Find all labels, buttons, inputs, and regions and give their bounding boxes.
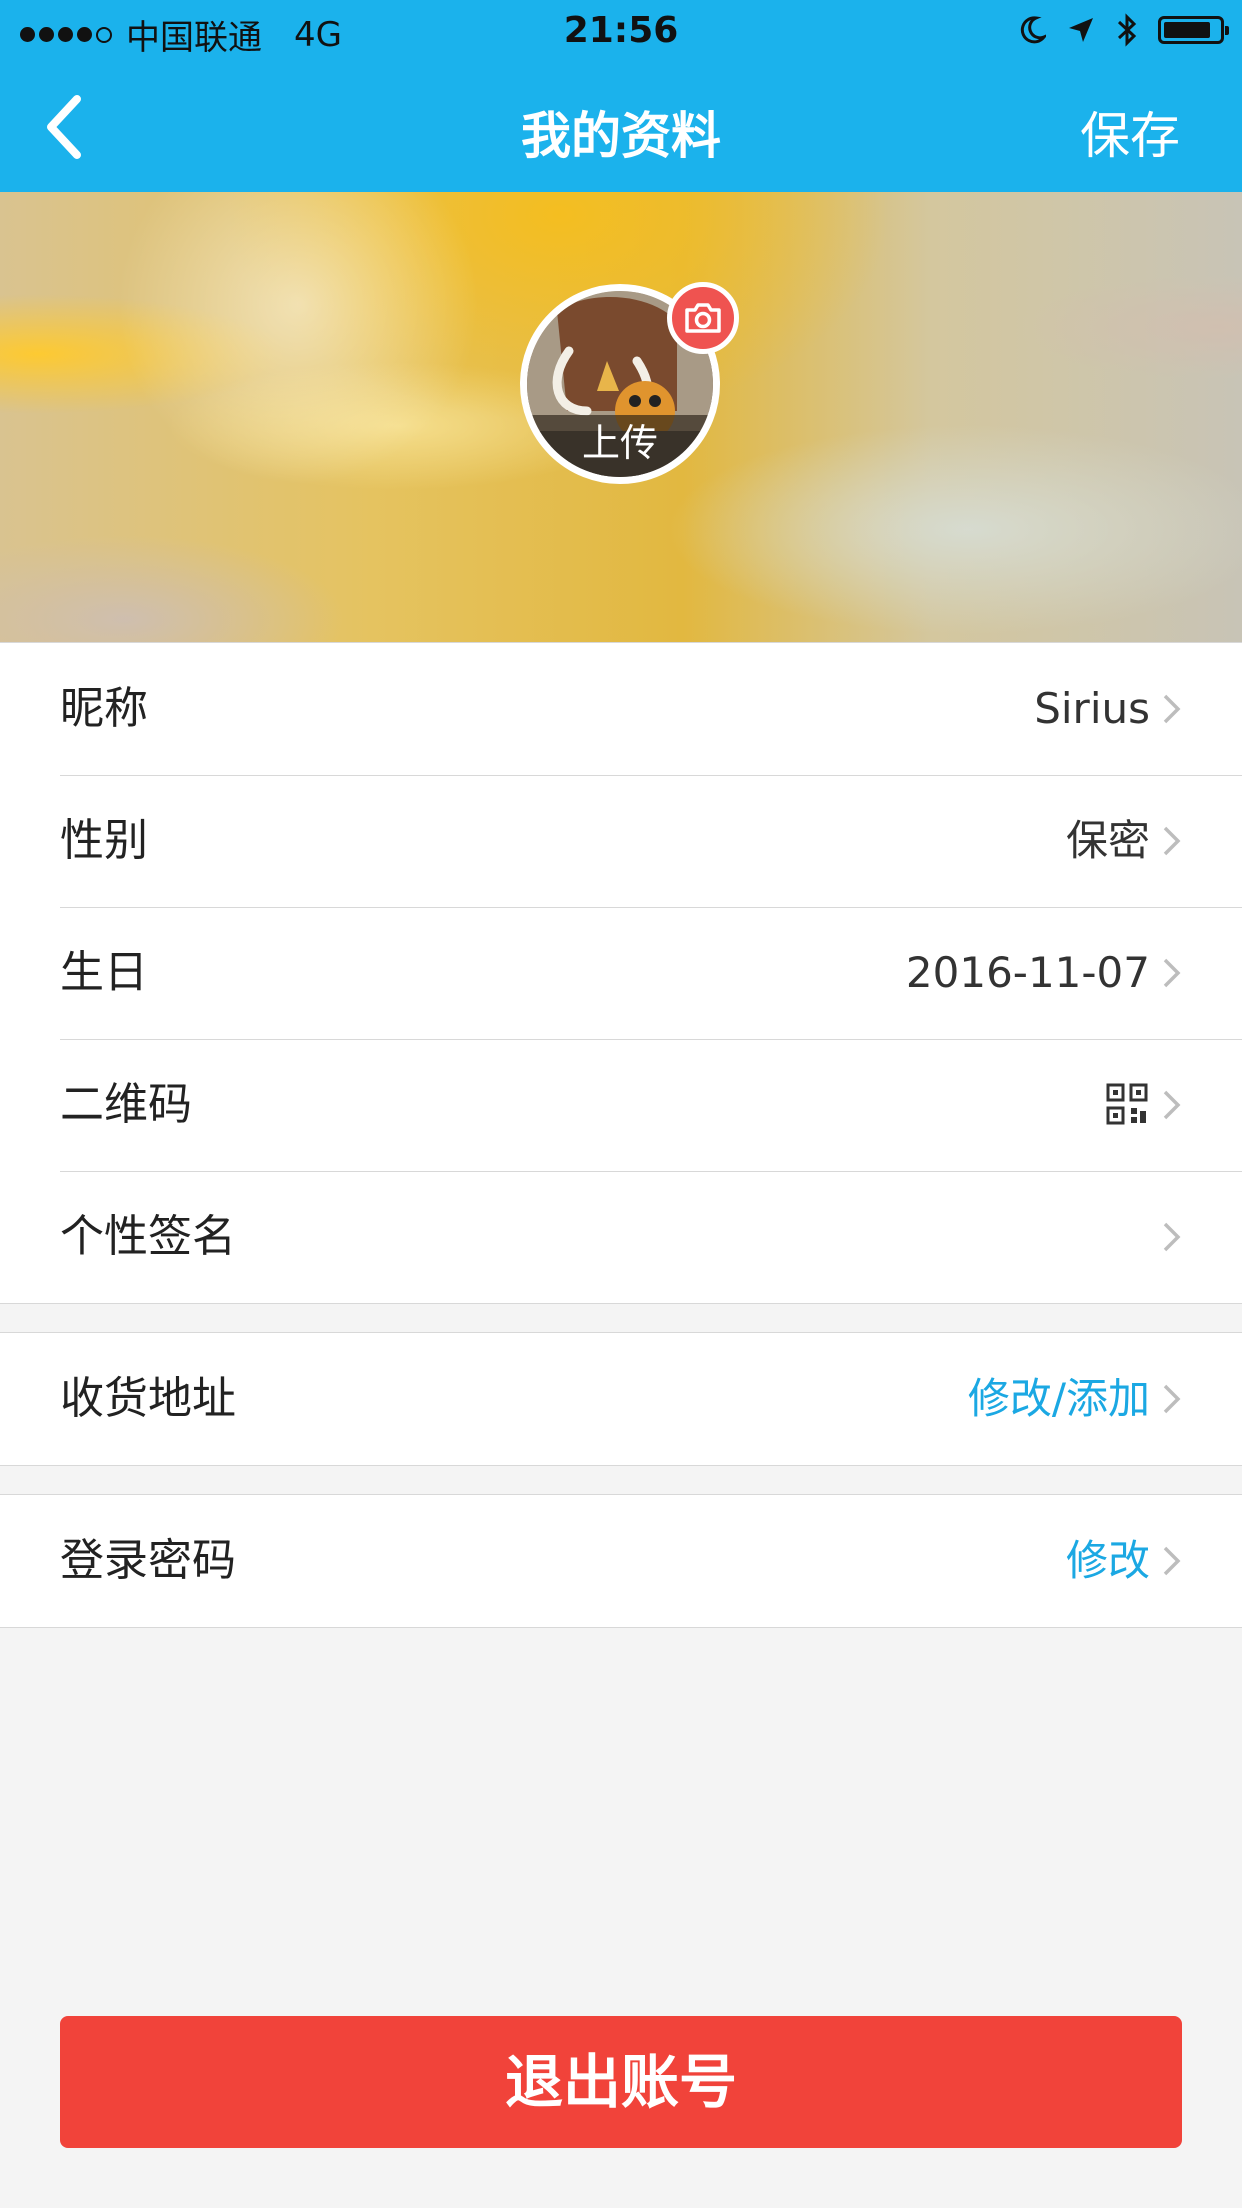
row-qr-code[interactable]: 二维码 <box>0 1039 1242 1171</box>
logout-button[interactable]: 退出账号 <box>60 2016 1182 2148</box>
chevron-right-icon <box>1163 1546 1181 1576</box>
password-group: 登录密码 修改 <box>0 1494 1242 1628</box>
row-label: 昵称 <box>60 683 148 734</box>
back-button[interactable] <box>28 92 98 162</box>
page-title: 我的资料 <box>521 107 721 165</box>
row-shipping-address[interactable]: 收货地址 修改/添加 <box>0 1333 1242 1465</box>
profile-banner: 上传 <box>0 192 1242 642</box>
row-birthday[interactable]: 生日 2016-11-07 <box>0 907 1242 1039</box>
row-label: 二维码 <box>60 1079 192 1130</box>
address-edit-link: 修改/添加 <box>967 1374 1150 1423</box>
location-arrow-icon <box>1069 18 1093 42</box>
chevron-right-icon <box>1163 1222 1181 1252</box>
status-bar: 中国联通 4G 21:56 <box>0 0 1242 62</box>
chevron-right-icon <box>1163 1090 1181 1120</box>
profile-info-group: 昵称 Sirius 性别 保密 生日 2016-11-07 二维码 个性签名 <box>0 642 1242 1304</box>
battery-icon <box>1158 16 1229 44</box>
bluetooth-icon <box>1117 13 1137 47</box>
chevron-right-icon <box>1163 694 1181 724</box>
nickname-value: Sirius <box>1034 684 1150 733</box>
row-label: 性别 <box>60 815 148 866</box>
camera-button[interactable] <box>667 282 739 354</box>
chevron-right-icon <box>1163 958 1181 988</box>
avatar-upload-label: 上传 <box>527 415 713 477</box>
row-nickname[interactable]: 昵称 Sirius <box>0 643 1242 775</box>
row-gender[interactable]: 性别 保密 <box>0 775 1242 907</box>
row-login-password[interactable]: 登录密码 修改 <box>0 1495 1242 1627</box>
nav-bar: 我的资料 保存 <box>0 62 1242 192</box>
birthday-value: 2016-11-07 <box>905 948 1150 997</box>
gender-value: 保密 <box>1065 816 1150 865</box>
back-arrow-icon <box>47 95 81 159</box>
address-group: 收货地址 修改/添加 <box>0 1332 1242 1466</box>
qr-code-icon <box>1106 1083 1148 1125</box>
chevron-right-icon <box>1163 826 1181 856</box>
row-label: 生日 <box>60 947 148 998</box>
status-right <box>1018 12 1229 48</box>
camera-icon <box>685 303 721 333</box>
chevron-right-icon <box>1163 1384 1181 1414</box>
row-signature[interactable]: 个性签名 <box>0 1171 1242 1303</box>
battery-fill <box>1164 22 1210 38</box>
row-label: 收货地址 <box>60 1373 236 1424</box>
row-label: 登录密码 <box>60 1535 236 1586</box>
save-button[interactable]: 保存 <box>1080 96 1180 168</box>
moon-icon <box>1020 16 1046 44</box>
password-edit-link: 修改 <box>1065 1536 1150 1585</box>
row-label: 个性签名 <box>60 1211 236 1262</box>
